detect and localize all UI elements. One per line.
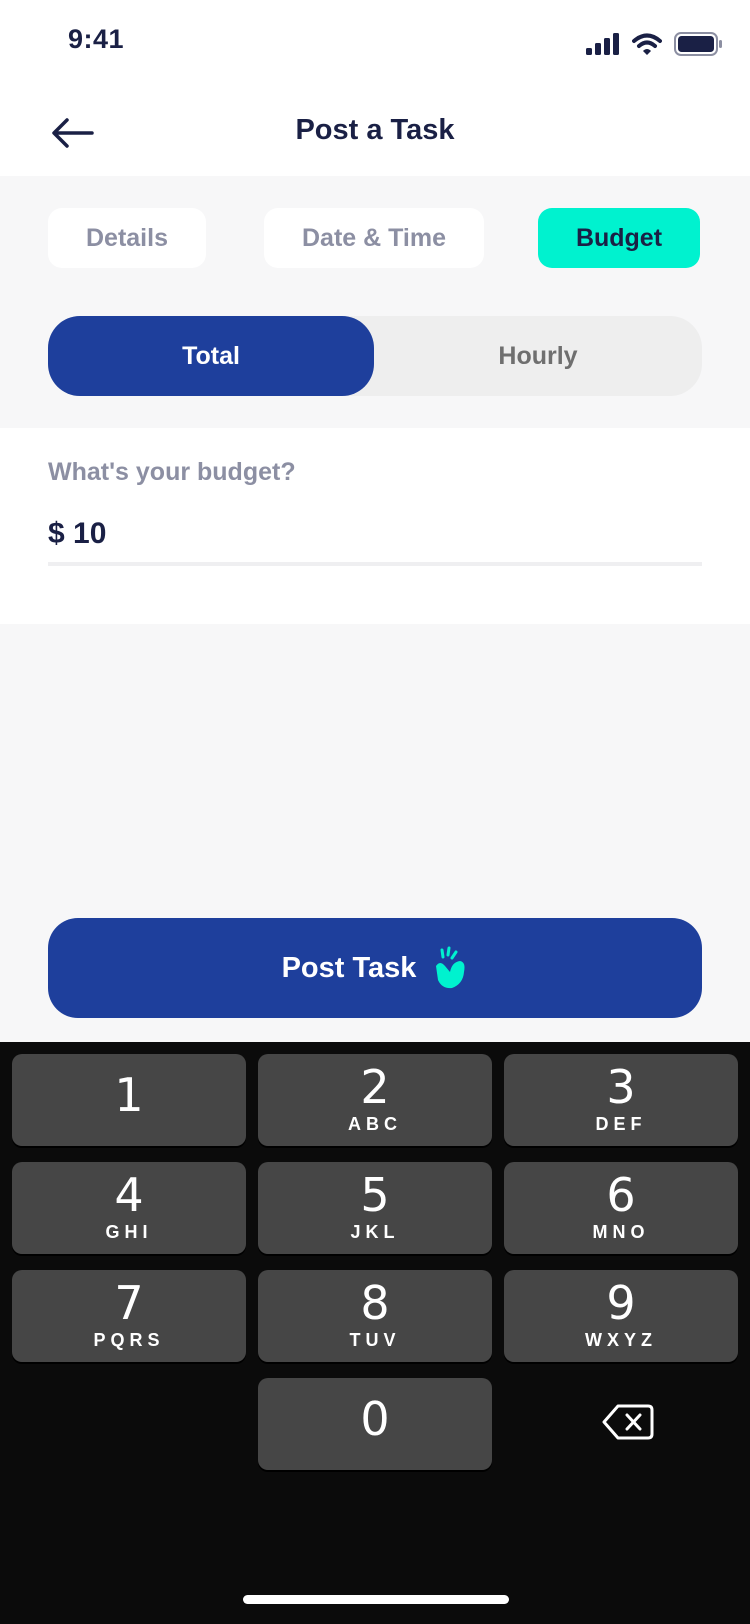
key-digit: 0: [360, 1392, 390, 1446]
total-option[interactable]: Total: [48, 316, 374, 396]
tab-date-time[interactable]: Date & Time: [264, 208, 484, 268]
key-digit: 6: [606, 1168, 636, 1222]
backspace-icon: [602, 1404, 654, 1440]
key-9[interactable]: 9 WXYZ: [504, 1270, 738, 1362]
hourly-option[interactable]: Hourly: [374, 316, 702, 396]
post-task-label: Post Task: [281, 951, 417, 984]
key-8[interactable]: 8 TUV: [258, 1270, 492, 1362]
cellular-signal-icon: [586, 33, 619, 55]
key-4[interactable]: 4 GHI: [12, 1162, 246, 1254]
key-letters: ABC: [348, 1114, 402, 1134]
page-title: Post a Task: [295, 114, 455, 146]
budget-label: What's your budget?: [48, 458, 296, 486]
status-icons: [586, 32, 722, 56]
key-digit: 8: [360, 1276, 390, 1330]
nav-bar: Post a Task: [0, 90, 750, 176]
key-letters: WXYZ: [585, 1330, 657, 1350]
numeric-keypad: 1 2 ABC 3 DEF 4 GHI 5 JKL 6 MNO 7 PQRS 8…: [0, 1042, 750, 1624]
key-5[interactable]: 5 JKL: [258, 1162, 492, 1254]
key-digit: 1: [114, 1068, 144, 1122]
key-digit: 4: [114, 1168, 144, 1222]
key-letters: JKL: [350, 1222, 400, 1242]
budget-type-toggle: Total Hourly: [48, 316, 702, 396]
battery-icon: [674, 32, 722, 56]
snap-hand-icon: [436, 946, 465, 989]
key-3[interactable]: 3 DEF: [504, 1054, 738, 1146]
tab-details[interactable]: Details: [48, 208, 206, 268]
steps-area: Details Date & Time Budget Total Hourly: [0, 176, 750, 428]
key-letters: TUV: [349, 1330, 401, 1350]
delete-key[interactable]: [580, 1386, 676, 1458]
key-digit: 9: [606, 1276, 636, 1330]
key-digit: 7: [114, 1276, 144, 1330]
key-0[interactable]: 0: [258, 1378, 492, 1470]
key-1[interactable]: 1: [12, 1054, 246, 1146]
key-digit: 2: [360, 1060, 390, 1114]
key-2[interactable]: 2 ABC: [258, 1054, 492, 1146]
budget-input[interactable]: [48, 506, 702, 566]
post-task-button[interactable]: Post Task: [48, 918, 702, 1018]
tab-budget[interactable]: Budget: [538, 208, 700, 268]
key-digit: 5: [360, 1168, 390, 1222]
key-7[interactable]: 7 PQRS: [12, 1270, 246, 1362]
key-digit: 3: [606, 1060, 636, 1114]
key-letters: DEF: [595, 1114, 647, 1134]
key-6[interactable]: 6 MNO: [504, 1162, 738, 1254]
key-letters: MNO: [592, 1222, 650, 1242]
status-bar: 9:41: [0, 0, 750, 90]
status-time: 9:41: [68, 24, 125, 54]
home-indicator[interactable]: [243, 1595, 509, 1604]
key-letters: PQRS: [93, 1330, 165, 1350]
wifi-icon: [632, 33, 662, 55]
budget-section: What's your budget?: [0, 428, 750, 624]
key-letters: GHI: [105, 1222, 153, 1242]
